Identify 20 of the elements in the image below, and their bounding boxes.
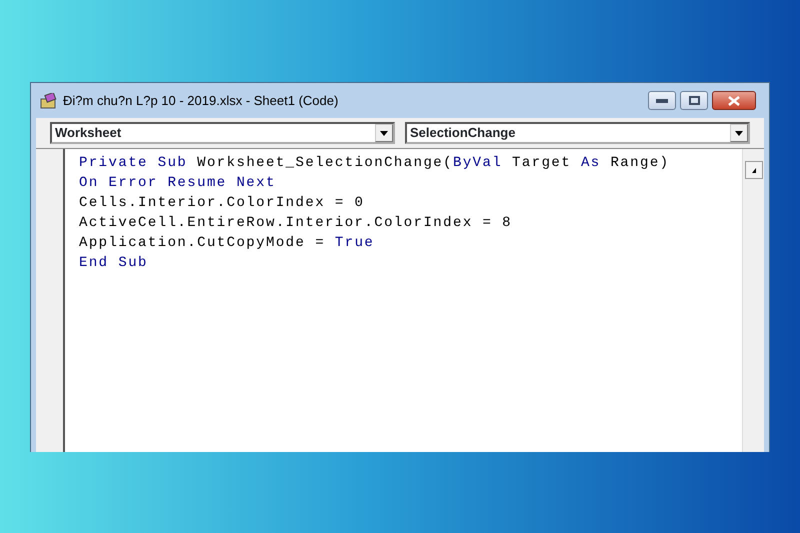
minimize-icon [656,98,668,102]
object-dropdown[interactable]: Worksheet [50,122,395,144]
code-line: Private Sub Worksheet_SelectionChange(ByVal Target As Range) [79,154,671,173]
code-line: ActiveCell.EntireRow.Interior.ColorIndex = 8 [79,214,514,233]
maximize-icon [688,96,700,105]
maximize-button[interactable] [680,91,708,110]
code-line: Cells.Interior.ColorIndex = 0 [79,194,366,213]
module-icon [40,92,58,108]
code-line: On Error Resume Next [79,174,277,193]
code-line: Application.CutCopyMode = True [79,234,376,253]
minimize-button[interactable] [648,91,676,110]
caret-icon [380,130,388,136]
procedure-dropdown[interactable]: SelectionChange [405,122,750,144]
up-arrow-icon [752,168,756,172]
caret-icon [735,130,743,136]
close-icon [728,96,740,106]
window-title: Đi?m chu?n L?p 10 - 2019.xlsx - Sheet1 (Code) [63,92,338,110]
code-line: End Sub [79,254,149,273]
close-button[interactable] [712,91,756,110]
scroll-up-button[interactable] [744,161,762,179]
